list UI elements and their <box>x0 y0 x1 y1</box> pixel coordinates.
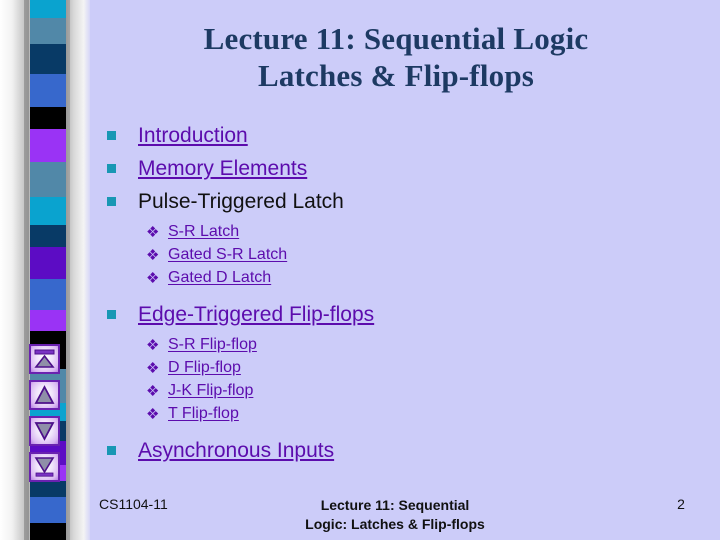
color-band-4 <box>26 107 70 129</box>
last-slide-button[interactable] <box>29 452 60 482</box>
square-bullet-icon <box>107 197 116 206</box>
outline-item-level1[interactable]: Edge-Triggered Flip-flops <box>100 301 690 328</box>
triangle-up-bar-icon <box>34 349 55 369</box>
footer-title-line-1: Lecture 11: Sequential <box>320 497 470 513</box>
color-band-6 <box>26 162 70 197</box>
outline-item-label: Pulse-Triggered Latch <box>138 190 344 213</box>
strip-right-shadow <box>66 0 70 540</box>
outline-subitem-label[interactable]: D Flip-flop <box>168 359 241 376</box>
color-band-1 <box>26 18 70 44</box>
color-band-11 <box>26 310 70 331</box>
color-band-0 <box>26 0 70 18</box>
title-line-2: Latches & Flip-flops <box>257 58 535 93</box>
outline-item-level2[interactable]: ❖ Gated D Latch <box>100 267 690 288</box>
diamond-bullet-icon: ❖ <box>146 383 160 400</box>
footer-title-line-2: Logic: Latches & Flip-flops <box>305 516 485 532</box>
diamond-bullet-icon: ❖ <box>146 360 160 377</box>
color-band-3 <box>26 74 70 107</box>
outline-subitem-label[interactable]: J-K Flip-flop <box>168 382 253 399</box>
outline-subitem-label[interactable]: T Flip-flop <box>168 405 239 422</box>
diamond-bullet-icon: ❖ <box>146 270 160 287</box>
outline-item-level1[interactable]: Asynchronous Inputs <box>100 437 690 464</box>
color-band-9 <box>26 247 70 279</box>
diamond-bullet-icon: ❖ <box>146 224 160 241</box>
square-bullet-icon <box>107 164 116 173</box>
outline-item-label[interactable]: Edge-Triggered Flip-flops <box>138 301 374 328</box>
outline-item-level2[interactable]: ❖ J-K Flip-flop <box>100 380 690 401</box>
triangle-down-bar-icon <box>34 457 55 477</box>
diamond-bullet-icon: ❖ <box>146 247 160 264</box>
triangle-down-icon <box>34 421 55 441</box>
outline-sublist: ❖ S-R Latch ❖ Gated S-R Latch ❖ Gated D Latch <box>100 221 690 288</box>
outline-item-label[interactable]: Asynchronous Inputs <box>138 437 334 464</box>
next-slide-button[interactable] <box>29 416 60 446</box>
color-band-8 <box>26 225 70 247</box>
square-bullet-icon <box>107 131 116 140</box>
color-band-5 <box>26 129 70 162</box>
slide-title: Lecture 11: Sequential Logic Latches & F… <box>96 20 696 94</box>
outline-item-level2[interactable]: ❖ Gated S-R Latch <box>100 244 690 265</box>
outline-sublist: ❖ S-R Flip-flop ❖ D Flip-flop ❖ J-K Flip-flop… <box>100 334 690 424</box>
presentation-slide: Lecture 11: Sequential Logic Latches & F… <box>0 0 720 540</box>
outline-item-label[interactable]: Introduction <box>138 122 248 149</box>
outline-item-level2[interactable]: ❖ T Flip-flop <box>100 403 690 424</box>
outline-subitem-label[interactable]: S-R Flip-flop <box>168 336 257 353</box>
outline-item-level2[interactable]: ❖ S-R Latch <box>100 221 690 242</box>
decorative-side-strip <box>0 0 90 540</box>
footer-page-number: 2 <box>677 496 685 512</box>
color-band-2 <box>26 44 70 74</box>
outline-subitem-label[interactable]: S-R Latch <box>168 223 239 240</box>
outline-item-level1[interactable]: Memory Elements <box>100 155 690 182</box>
diamond-bullet-icon: ❖ <box>146 406 160 423</box>
slide-footer: CS1104-11 Lecture 11: Sequential Logic: … <box>0 492 720 540</box>
color-band-10 <box>26 279 70 310</box>
outline-item-level1: Pulse-Triggered Latch <box>100 188 690 215</box>
slide-outline-list: Introduction Memory Elements Pulse-Trigger… <box>100 122 690 470</box>
square-bullet-icon <box>107 310 116 319</box>
outline-item-level2[interactable]: ❖ D Flip-flop <box>100 357 690 378</box>
footer-title: Lecture 11: Sequential Logic: Latches & … <box>230 496 560 534</box>
outline-item-label[interactable]: Memory Elements <box>138 155 307 182</box>
diamond-bullet-icon: ❖ <box>146 337 160 354</box>
square-bullet-icon <box>107 446 116 455</box>
outline-subitem-label[interactable]: Gated S-R Latch <box>168 246 287 263</box>
triangle-up-icon <box>34 385 55 405</box>
title-line-1: Lecture 11: Sequential Logic <box>203 21 589 56</box>
previous-slide-button[interactable] <box>29 380 60 410</box>
first-slide-button[interactable] <box>29 344 60 374</box>
outline-item-level1[interactable]: Introduction <box>100 122 690 149</box>
footer-course-code: CS1104-11 <box>99 496 168 512</box>
outline-subitem-label[interactable]: Gated D Latch <box>168 269 271 286</box>
outline-item-level2[interactable]: ❖ S-R Flip-flop <box>100 334 690 355</box>
color-band-7 <box>26 197 70 225</box>
